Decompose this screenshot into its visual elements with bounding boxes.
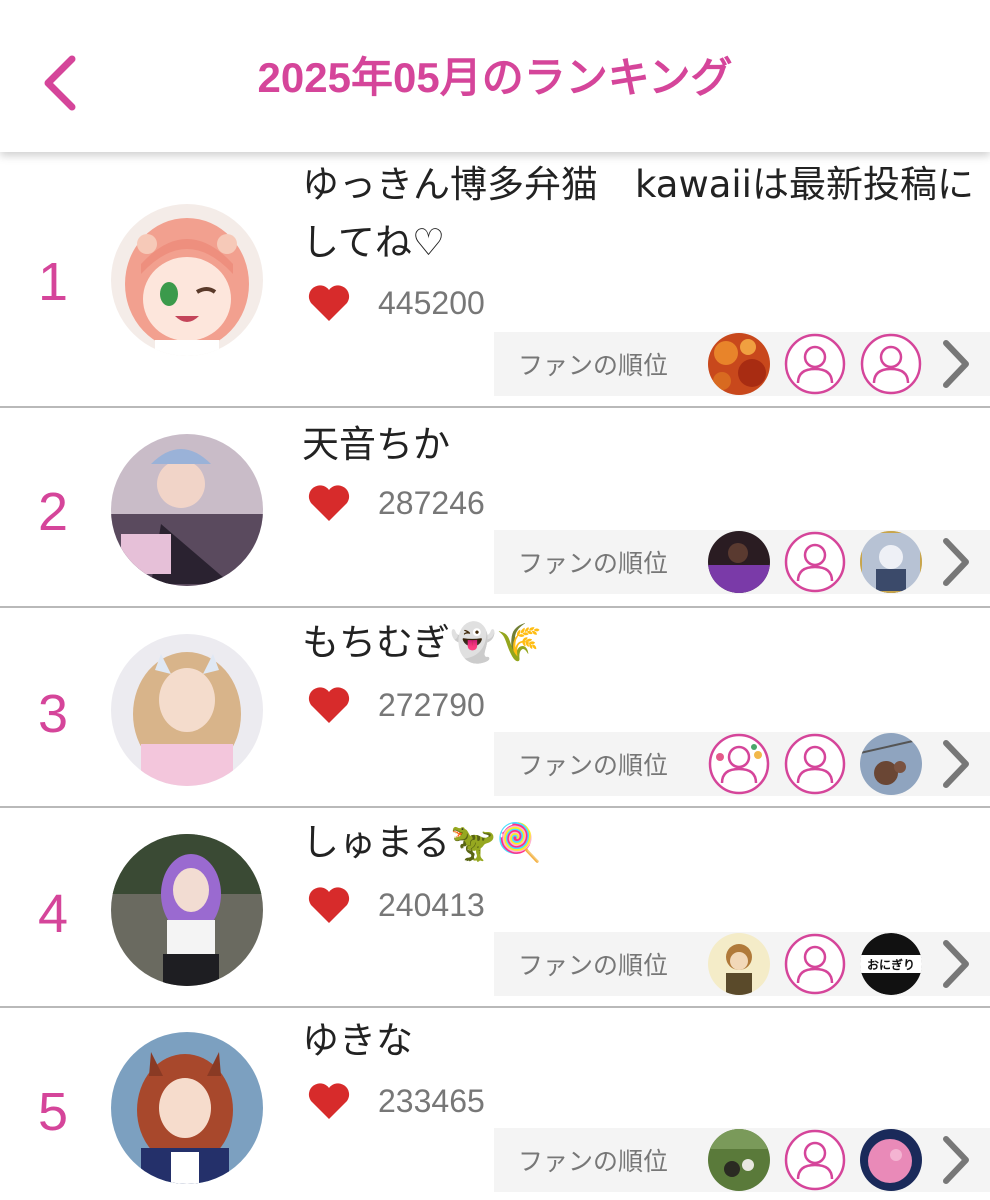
rank-number: 5 bbox=[37, 1082, 69, 1142]
rank-number: 3 bbox=[37, 684, 69, 744]
creator-avatar[interactable] bbox=[111, 434, 263, 586]
heart-icon bbox=[308, 1083, 350, 1119]
fan-ranking-label: ファンの順位 bbox=[518, 1147, 669, 1176]
rank-number: 4 bbox=[37, 884, 69, 944]
creator-avatar[interactable] bbox=[111, 634, 263, 786]
default-user-icon[interactable] bbox=[860, 333, 922, 395]
ranking-row[interactable]: 5 ゆきな 233465 ファンの順位 bbox=[0, 1008, 990, 1200]
creator-name[interactable]: ゆっきん博多弁猫 kawaiiは最新投稿にしてね♡ bbox=[302, 156, 988, 272]
like-count: 240413 bbox=[306, 882, 485, 928]
creator-avatar[interactable] bbox=[111, 204, 263, 356]
onigiri-logo-avatar[interactable]: おにぎり bbox=[860, 933, 922, 995]
outdoor-photo-avatar[interactable] bbox=[860, 733, 922, 795]
default-user-icon[interactable] bbox=[784, 733, 846, 795]
autumn-leaves-avatar[interactable] bbox=[708, 333, 770, 395]
like-count: 233465 bbox=[306, 1078, 485, 1124]
default-user-icon[interactable] bbox=[784, 531, 846, 593]
fan-ranking-label: ファンの順位 bbox=[518, 751, 669, 780]
ranking-row[interactable]: 3 もちむぎ👻🌾 272790 ファンの順位 bbox=[0, 608, 990, 808]
like-count-value: 240413 bbox=[378, 886, 485, 923]
chevron-right-icon bbox=[943, 340, 969, 388]
page-title: 2025年05月のランキング bbox=[257, 54, 733, 101]
rank-number: 2 bbox=[37, 482, 69, 542]
dark-photo-avatar[interactable] bbox=[708, 531, 770, 593]
heart-icon bbox=[308, 687, 350, 723]
grass-photo-avatar[interactable] bbox=[708, 1129, 770, 1191]
ranking-row[interactable]: 1 ゆっきん博多弁猫 kawaiiは最新投稿にしてね♡ 445200 ファンの順… bbox=[0, 152, 990, 408]
fan-ranking-bar[interactable]: ファンの順位 bbox=[494, 530, 990, 594]
fan-ranking-bar[interactable]: ファンの順位 bbox=[494, 732, 990, 796]
pink-moon-avatar[interactable] bbox=[860, 1129, 922, 1191]
chevron-right-icon bbox=[943, 940, 969, 988]
like-count-value: 445200 bbox=[378, 284, 485, 321]
fan-ranking-bar[interactable]: ファンの順位 おにぎり bbox=[494, 932, 990, 996]
creator-name[interactable]: ゆきな bbox=[302, 1012, 988, 1070]
heart-icon bbox=[308, 285, 350, 321]
ranking-list: 1 ゆっきん博多弁猫 kawaiiは最新投稿にしてね♡ 445200 ファンの順… bbox=[0, 152, 990, 1200]
creator-name[interactable]: もちむぎ👻🌾 bbox=[302, 614, 988, 672]
anime-art-avatar[interactable] bbox=[860, 531, 922, 593]
default-user-icon[interactable] bbox=[784, 933, 846, 995]
like-count: 287246 bbox=[306, 480, 485, 526]
app-header: 2025年05月のランキング bbox=[0, 0, 990, 152]
chevron-right-icon bbox=[943, 538, 969, 586]
fan-ranking-bar[interactable]: ファンの順位 bbox=[494, 1128, 990, 1192]
creator-name[interactable]: 天音ちか bbox=[302, 416, 988, 474]
heart-icon bbox=[308, 887, 350, 923]
creator-avatar[interactable] bbox=[111, 1032, 263, 1184]
fan-ranking-label: ファンの順位 bbox=[518, 549, 669, 578]
like-count-value: 233465 bbox=[378, 1082, 485, 1119]
fan-ranking-bar[interactable]: ファンの順位 bbox=[494, 332, 990, 396]
creator-name[interactable]: しゅまる🦖🍭 bbox=[302, 814, 988, 872]
illustration-avatar[interactable] bbox=[708, 933, 770, 995]
chevron-right-icon bbox=[943, 740, 969, 788]
creator-avatar[interactable] bbox=[111, 834, 263, 986]
doodle-user-avatar[interactable] bbox=[708, 733, 770, 795]
like-count: 272790 bbox=[306, 682, 485, 728]
heart-icon bbox=[308, 485, 350, 521]
onigiri-text: おにぎり bbox=[867, 957, 915, 972]
like-count-value: 287246 bbox=[378, 484, 485, 521]
default-user-icon[interactable] bbox=[784, 333, 846, 395]
rank-number: 1 bbox=[37, 252, 69, 312]
like-count-value: 272790 bbox=[378, 686, 485, 723]
default-user-icon[interactable] bbox=[784, 1129, 846, 1191]
fan-ranking-label: ファンの順位 bbox=[518, 951, 669, 980]
ranking-row[interactable]: 2 天音ちか 287246 ファンの順位 bbox=[0, 408, 990, 608]
like-count: 445200 bbox=[306, 280, 485, 326]
fan-ranking-label: ファンの順位 bbox=[518, 351, 669, 380]
ranking-row[interactable]: 4 しゅまる🦖🍭 240413 ファンの順位 おにぎり bbox=[0, 808, 990, 1008]
chevron-right-icon bbox=[943, 1136, 969, 1184]
